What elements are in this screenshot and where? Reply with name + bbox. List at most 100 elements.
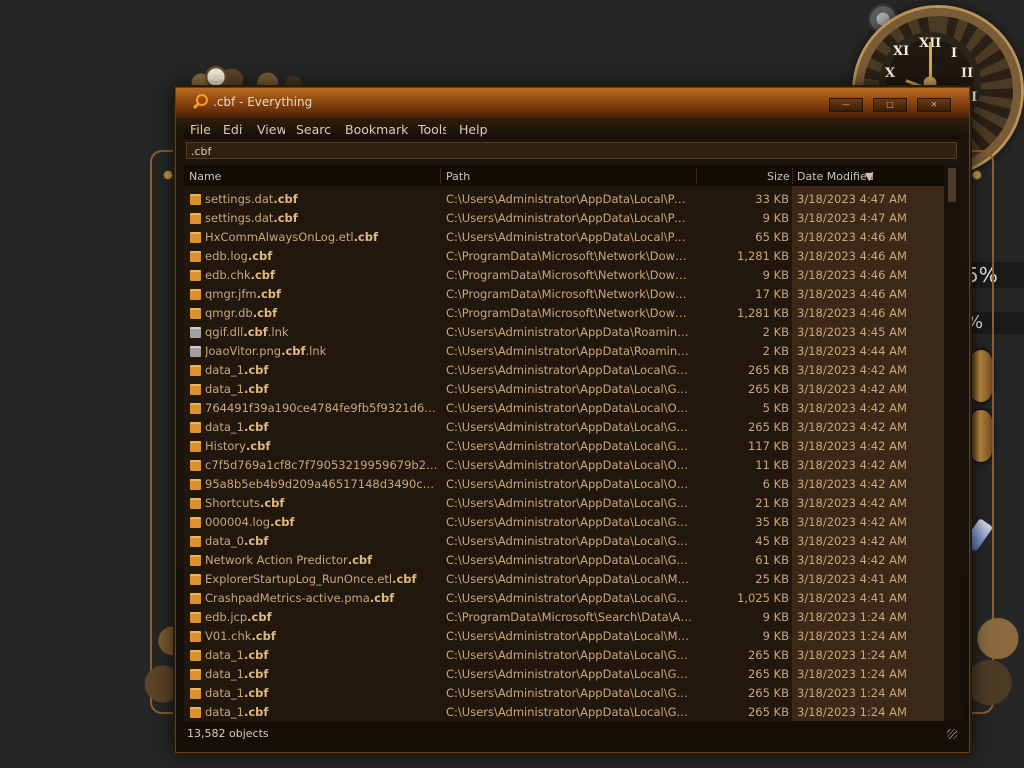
file-name: data_1.cbf bbox=[205, 686, 269, 700]
file-path: C:\ProgramData\Microsoft\Network\Downlo.… bbox=[446, 306, 692, 320]
file-size: 265 KB bbox=[747, 648, 789, 662]
menu-help[interactable]: Help bbox=[459, 122, 487, 137]
table-row[interactable]: data_1.cbf C:\Users\Administrator\AppData… bbox=[184, 361, 944, 380]
close-button[interactable]: ✕ bbox=[917, 98, 951, 112]
table-row[interactable]: qmgr.jfm.cbf C:\ProgramData\Microsoft\Net… bbox=[184, 285, 944, 304]
search-input[interactable]: .cbf bbox=[186, 142, 957, 159]
table-row[interactable]: HxCommAlwaysOnLog.etl.cbf C:\Users\Admini… bbox=[184, 228, 944, 247]
menu-file[interactable]: File bbox=[190, 122, 210, 137]
date-modified: 3/18/2023 1:24 AM bbox=[797, 648, 907, 662]
table-row[interactable]: qgif.dll.cbf.lnk C:\Users\Administrator\A… bbox=[184, 323, 944, 342]
table-row[interactable]: 764491f39a190ce4784fe9fb5f9321d6a83a69..… bbox=[184, 399, 944, 418]
file-name: data_1.cbf bbox=[205, 667, 269, 681]
folder-icon bbox=[190, 536, 201, 547]
date-modified: 3/18/2023 1:24 AM bbox=[797, 667, 907, 681]
file-size: 265 KB bbox=[747, 363, 789, 377]
table-row[interactable]: JoaoVitor.png.cbf.lnk C:\Users\Administra… bbox=[184, 342, 944, 361]
vertical-scrollbar[interactable] bbox=[944, 166, 962, 721]
bolt-icon bbox=[163, 170, 173, 180]
table-row[interactable]: c7f5d769a1cf8c7f79053219959679b2a01cd...… bbox=[184, 456, 944, 475]
file-path: C:\Users\Administrator\AppData\Local\Gab… bbox=[446, 363, 692, 377]
file-size: 9 KB bbox=[762, 610, 789, 624]
column-header-size[interactable]: Size bbox=[767, 170, 790, 183]
table-row[interactable]: ExplorerStartupLog_RunOnce.etl.cbf C:\Use… bbox=[184, 570, 944, 589]
clock-numeral: XI bbox=[893, 44, 910, 59]
table-row[interactable]: edb.chk.cbf C:\ProgramData\Microsoft\Netw… bbox=[184, 266, 944, 285]
menu-bookmark[interactable]: Bookmark bbox=[345, 122, 408, 137]
file-name: V01.chk.cbf bbox=[205, 629, 276, 643]
column-header-name[interactable]: Name bbox=[189, 170, 221, 183]
menu-search[interactable]: Search bbox=[296, 122, 331, 137]
folder-icon bbox=[190, 270, 201, 281]
table-row[interactable]: data_1.cbf C:\Users\Administrator\AppData… bbox=[184, 646, 944, 665]
file-path: C:\Users\Administrator\AppData\Roaming\.… bbox=[446, 325, 692, 339]
object-count: 13,582 objects bbox=[187, 727, 269, 740]
file-path: C:\Users\Administrator\AppData\Local\Gab… bbox=[446, 420, 692, 434]
table-row[interactable]: data_0.cbf C:\Users\Administrator\AppData… bbox=[184, 532, 944, 551]
table-row[interactable]: data_1.cbf C:\Users\Administrator\AppData… bbox=[184, 684, 944, 703]
date-modified: 3/18/2023 1:24 AM bbox=[797, 610, 907, 624]
menu-tools[interactable]: Tools bbox=[418, 122, 446, 137]
file-name: qgif.dll.cbf.lnk bbox=[205, 325, 289, 339]
table-row[interactable]: data_1.cbf C:\Users\Administrator\AppData… bbox=[184, 418, 944, 437]
gauge-icon bbox=[205, 66, 227, 88]
clock-numeral: II bbox=[961, 66, 974, 81]
file-size: 61 KB bbox=[755, 553, 789, 567]
title-bar[interactable]: .cbf - Everything — □ ✕ bbox=[176, 88, 969, 118]
file-size: 9 KB bbox=[762, 629, 789, 643]
window-title: .cbf - Everything bbox=[213, 95, 313, 109]
file-path: C:\Users\Administrator\AppData\Local\Gab… bbox=[446, 496, 692, 510]
table-row[interactable]: CrashpadMetrics-active.pma.cbf C:\Users\A… bbox=[184, 589, 944, 608]
date-modified: 3/18/2023 4:42 AM bbox=[797, 382, 907, 396]
file-size: 265 KB bbox=[747, 420, 789, 434]
file-path: C:\Users\Administrator\AppData\Roaming\.… bbox=[446, 344, 692, 358]
file-name: settings.dat.cbf bbox=[205, 211, 298, 225]
file-size: 21 KB bbox=[755, 496, 789, 510]
table-row[interactable]: settings.dat.cbf C:\Users\Administrator\A… bbox=[184, 190, 944, 209]
date-modified: 3/18/2023 4:46 AM bbox=[797, 306, 907, 320]
table-row[interactable]: data_1.cbf C:\Users\Administrator\AppData… bbox=[184, 380, 944, 399]
table-row[interactable]: data_1.cbf C:\Users\Administrator\AppData… bbox=[184, 665, 944, 684]
column-header-path[interactable]: Path bbox=[446, 170, 470, 183]
gear-icon bbox=[966, 600, 1024, 710]
date-modified: 3/18/2023 4:42 AM bbox=[797, 534, 907, 548]
maximize-button[interactable]: □ bbox=[873, 98, 907, 112]
file-name: 000004.log.cbf bbox=[205, 515, 295, 529]
table-row[interactable]: 95a8b5eb4b9d209a46517148d3490ca93123... C… bbox=[184, 475, 944, 494]
results-list[interactable]: Name Path Size Date Modified ▼ settings.… bbox=[184, 166, 962, 721]
file-path: C:\Users\Administrator\AppData\Local\Goo… bbox=[446, 686, 692, 700]
file-path: C:\Users\Administrator\AppData\Local\Gab… bbox=[446, 591, 692, 605]
menu-view[interactable]: View bbox=[257, 122, 285, 137]
file-size: 1,025 KB bbox=[736, 591, 789, 605]
column-header-date-modified[interactable]: Date Modified bbox=[797, 170, 874, 183]
table-row[interactable]: qmgr.db.cbf C:\ProgramData\Microsoft\Netw… bbox=[184, 304, 944, 323]
table-row[interactable]: settings.dat.cbf C:\Users\Administrator\A… bbox=[184, 209, 944, 228]
file-size: 2 KB bbox=[762, 344, 789, 358]
minimize-button[interactable]: — bbox=[829, 98, 863, 112]
file-path: C:\Users\Administrator\AppData\Local\Goo… bbox=[446, 667, 692, 681]
table-row[interactable]: V01.chk.cbf C:\Users\Administrator\AppDat… bbox=[184, 627, 944, 646]
file-name: edb.chk.cbf bbox=[205, 268, 276, 282]
table-row[interactable]: edb.jcp.cbf C:\ProgramData\Microsoft\Sear… bbox=[184, 608, 944, 627]
table-row[interactable]: edb.log.cbf C:\ProgramData\Microsoft\Netw… bbox=[184, 247, 944, 266]
file-size: 9 KB bbox=[762, 268, 789, 282]
file-name: ExplorerStartupLog_RunOnce.etl.cbf bbox=[205, 572, 417, 586]
table-row[interactable]: 000004.log.cbf C:\Users\Administrator\App… bbox=[184, 513, 944, 532]
table-row[interactable]: Network Action Predictor.cbf C:\Users\Adm… bbox=[184, 551, 944, 570]
file-path: C:\Users\Administrator\AppData\Local\One… bbox=[446, 458, 692, 472]
column-header: Name Path Size Date Modified ▼ bbox=[184, 166, 944, 186]
menu-edit[interactable]: Edit bbox=[223, 122, 243, 137]
file-name: data_1.cbf bbox=[205, 648, 269, 662]
file-name: edb.jcp.cbf bbox=[205, 610, 272, 624]
clock-numeral: I bbox=[951, 46, 958, 61]
status-bar: 13,582 objects bbox=[184, 724, 961, 744]
resize-grip-icon[interactable] bbox=[947, 729, 957, 739]
scrollbar-thumb[interactable] bbox=[948, 168, 956, 202]
everything-window[interactable]: .cbf - Everything — □ ✕ File Edit View S… bbox=[175, 87, 970, 753]
table-row[interactable]: data_1.cbf C:\Users\Administrator\AppData… bbox=[184, 703, 944, 721]
file-path: C:\Users\Administrator\AppData\Local\Gab… bbox=[446, 553, 692, 567]
date-modified: 3/18/2023 4:42 AM bbox=[797, 458, 907, 472]
folder-icon bbox=[190, 631, 201, 642]
table-row[interactable]: History.cbf C:\Users\Administrator\AppDat… bbox=[184, 437, 944, 456]
table-row[interactable]: Shortcuts.cbf C:\Users\Administrator\AppD… bbox=[184, 494, 944, 513]
